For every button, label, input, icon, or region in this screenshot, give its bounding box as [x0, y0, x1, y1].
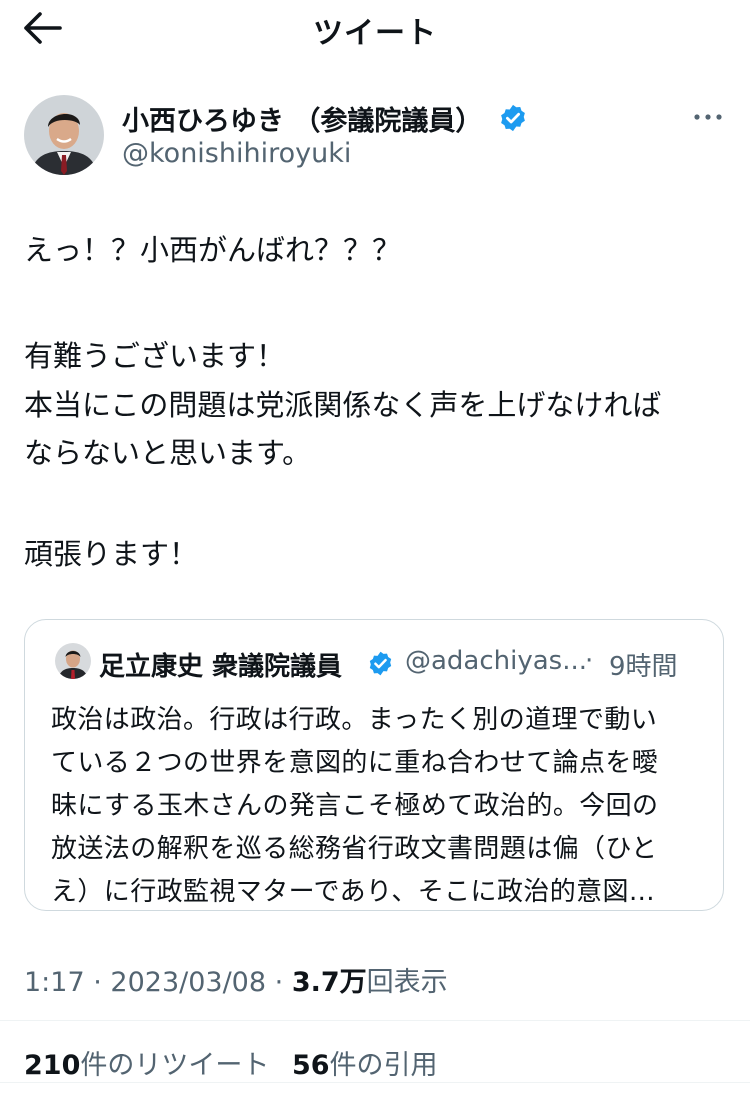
author-name[interactable]: 小西ひろゆき （参議院議員） — [122, 99, 482, 138]
author-avatar[interactable] — [24, 95, 104, 175]
divider — [0, 1020, 750, 1021]
engagement-stats: 210件のリツイート 56件の引用 — [24, 1043, 438, 1082]
tweet-text-line: えっ！？小西がんばれ？？？ — [24, 233, 402, 267]
quoted-text-line: 放送法の解釈を巡る総務省行政文書問題は偏（ひと — [51, 834, 658, 864]
tweet-text-line: 有難うございます！ — [24, 339, 286, 373]
tweet-text-line: 頑張ります！ — [24, 537, 199, 571]
quoted-text-line: 昧にする玉木さんの発言こそ極めて政治的。今回の — [51, 791, 659, 821]
quoted-tweet[interactable]: 足立康史 衆議院議員 @adachiyas... · 9時間 政治は政治。行政は… — [24, 619, 724, 911]
quotes-link[interactable]: 56件の引用 — [292, 1050, 438, 1081]
quoted-text-line: ている２つの世界を意図的に重ね合わせて論点を曖 — [51, 748, 659, 778]
quotes-label: 件の引用 — [329, 1050, 438, 1081]
quoted-text-line: え）に行政監視マターであり、そこに政治的意図... — [51, 877, 655, 907]
quoted-author-handle: @adachiyas... — [405, 646, 588, 676]
quoted-author-avatar — [55, 643, 91, 679]
separator-dot: · — [274, 967, 284, 998]
author-handle[interactable]: @konishihiroyuki — [122, 138, 351, 169]
quoted-author-name: 足立康史 衆議院議員 — [99, 652, 343, 682]
separator-dot: · — [585, 646, 594, 676]
more-horizontal-icon — [694, 114, 722, 120]
quoted-timestamp: 9時間 — [609, 652, 678, 682]
views-count: 3.7万 — [291, 967, 367, 998]
tweet-date[interactable]: 2023/03/08 — [110, 967, 266, 998]
tweet-text-line: ならないと思います。 — [24, 436, 312, 470]
more-options-button[interactable] — [690, 100, 726, 134]
verified-badge-icon — [367, 650, 394, 677]
quotes-count: 56 — [291, 1050, 330, 1081]
retweets-count: 210 — [24, 1050, 81, 1081]
tweet-meta: 1:17 · 2023/03/08 · 3.7万回表示 — [24, 960, 448, 999]
retweets-label: 件のリツイート — [80, 1050, 270, 1081]
tweet-text-line: 本当にこの問題は党派関係なく声を上げなければ — [24, 388, 662, 422]
top-bar: ツイート — [0, 0, 750, 56]
divider — [0, 1082, 750, 1083]
retweets-link[interactable]: 210件のリツイート — [24, 1050, 269, 1081]
views-label: 回表示 — [366, 967, 448, 998]
verified-badge-icon — [498, 103, 528, 133]
quoted-text-line: 政治は政治。行政は行政。まったく別の道理で動い — [51, 705, 658, 735]
tweet-time[interactable]: 1:17 — [24, 967, 85, 998]
separator-dot: · — [93, 967, 102, 998]
page-title: ツイート — [313, 16, 437, 51]
